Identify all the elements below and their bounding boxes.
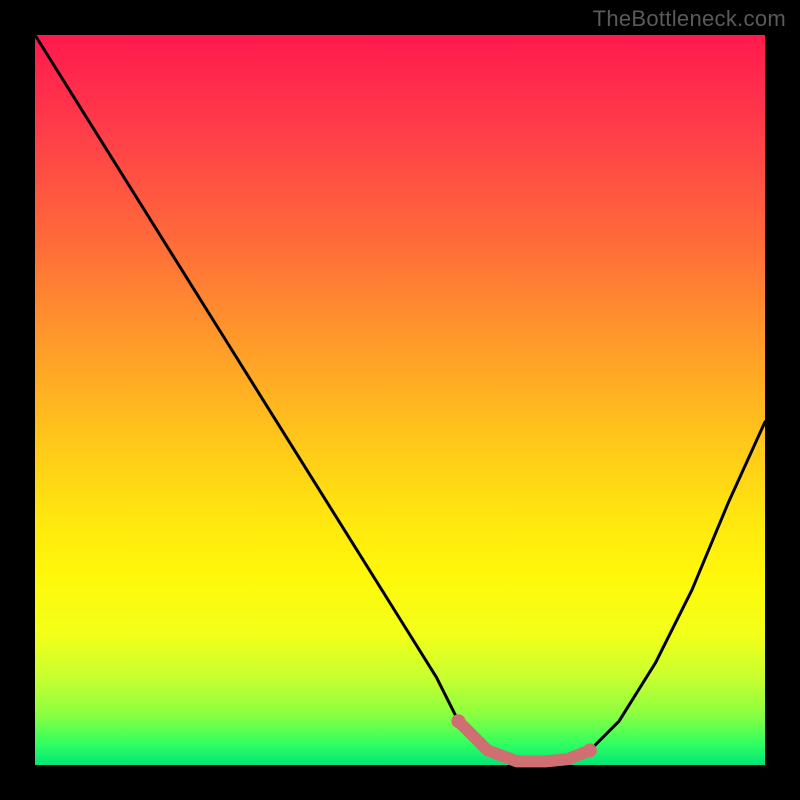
watermark-label: TheBottleneck.com xyxy=(593,6,786,32)
plot-gradient-area xyxy=(35,35,765,765)
chart-frame: TheBottleneck.com xyxy=(0,0,800,800)
